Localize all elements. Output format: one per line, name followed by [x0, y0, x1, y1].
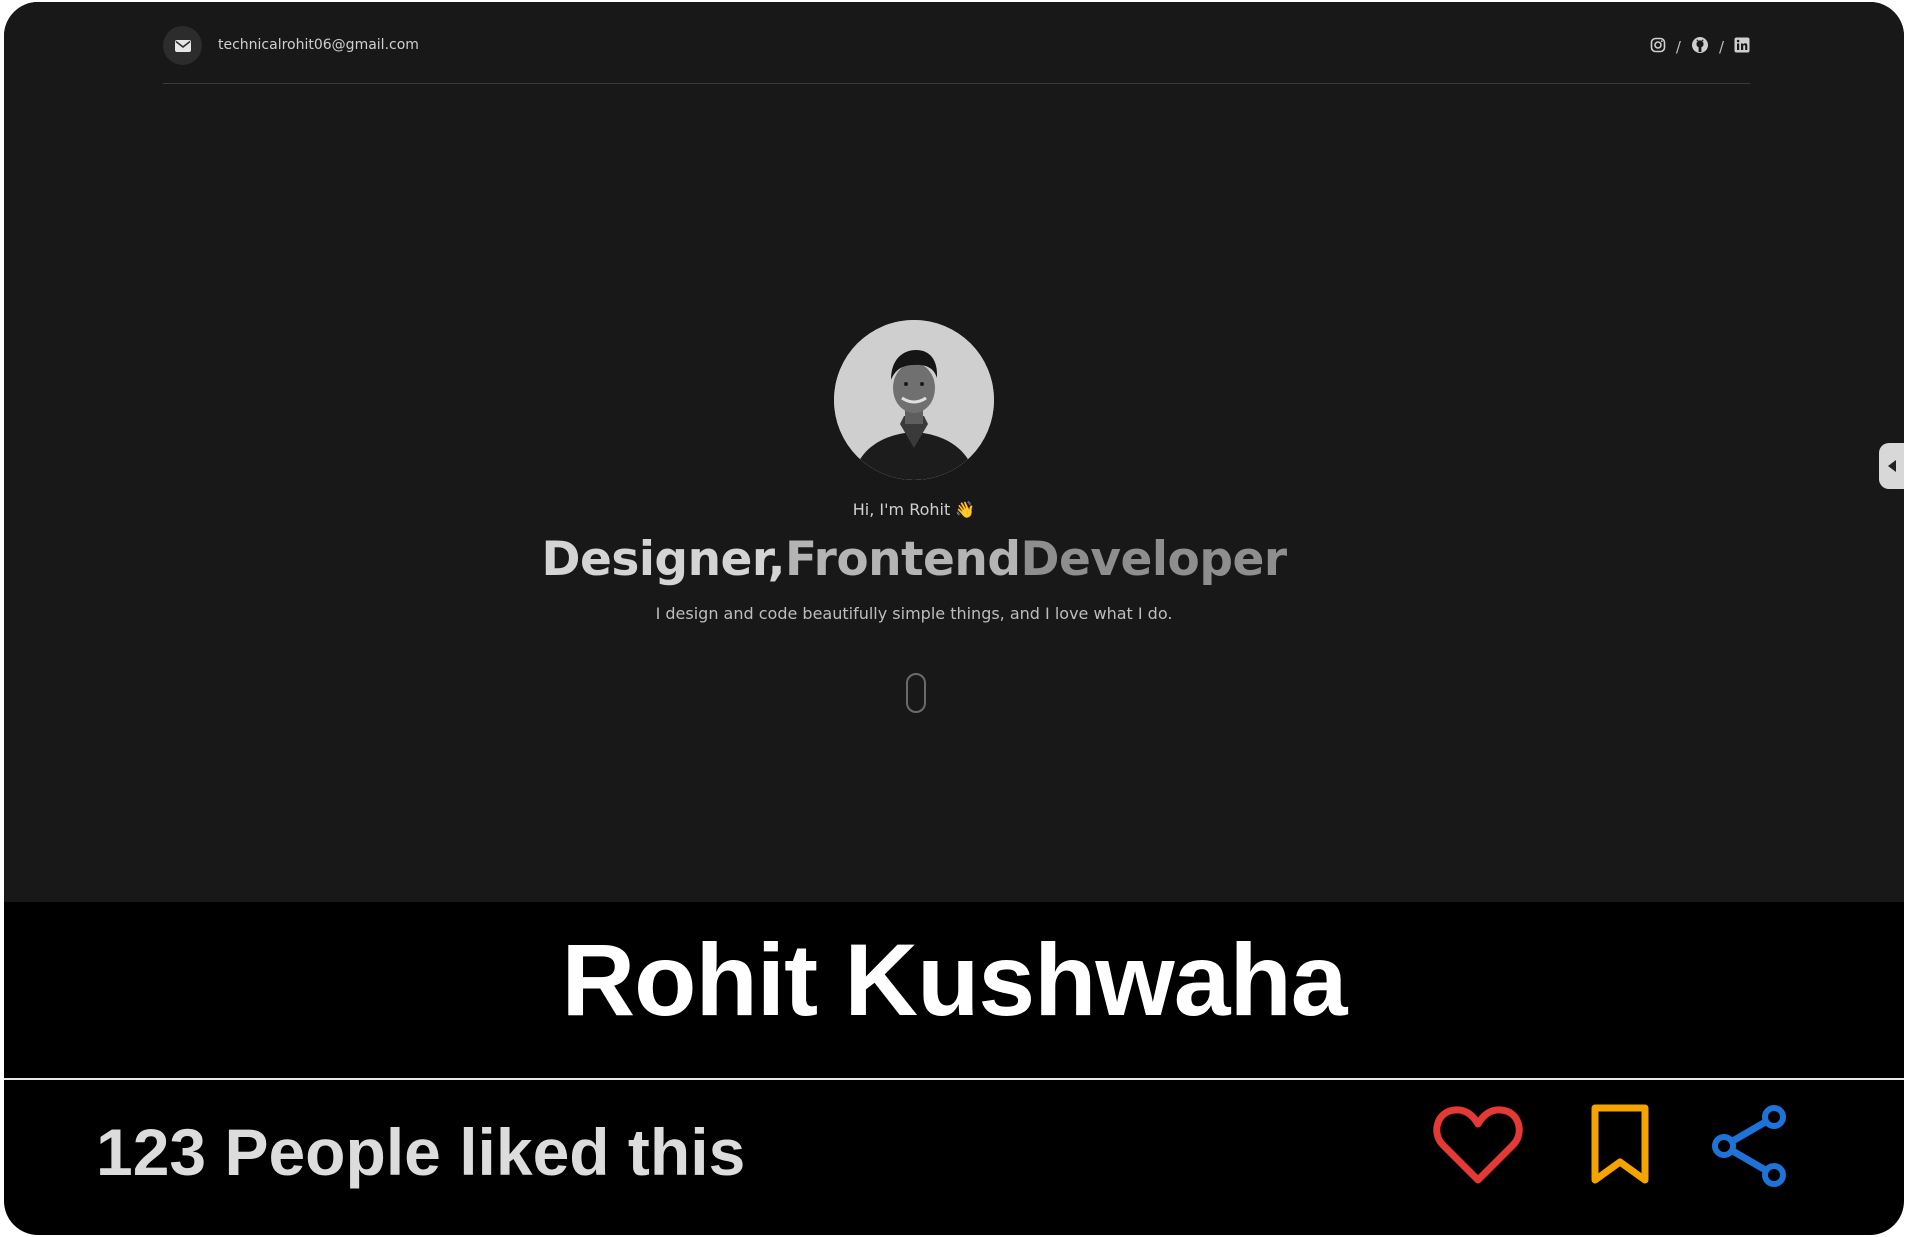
- likes-count: 123 People liked this: [96, 1115, 746, 1189]
- avatar: [834, 320, 994, 480]
- headline-part-developer: Developer: [1020, 532, 1288, 587]
- headline-part-designer: Designer,: [541, 532, 786, 587]
- hero-section: Hi, I'm Rohit 👋 Designer, Frontend Devel…: [4, 2, 1904, 902]
- like-button[interactable]: [1433, 1102, 1523, 1192]
- side-panel-toggle[interactable]: [1879, 443, 1904, 489]
- divider: [4, 1078, 1904, 1080]
- share-button[interactable]: [1710, 1102, 1792, 1194]
- arrow-left-icon: [1887, 460, 1896, 472]
- hero-headline: Designer, Frontend Developer: [4, 532, 1824, 587]
- hero-subtext: I design and code beautifully simple thi…: [655, 604, 1173, 623]
- heart-icon: [1433, 1106, 1523, 1184]
- headline-part-frontend: Frontend: [785, 532, 1021, 587]
- bookmark-button[interactable]: [1589, 1102, 1651, 1192]
- scroll-mouse-icon: [906, 673, 926, 713]
- share-icon: [1712, 1105, 1786, 1187]
- website-screenshot: technicalrohit06@gmail.com / / Hi, I'm R…: [4, 2, 1904, 902]
- project-title: Rohit Kushwaha: [561, 923, 1347, 1037]
- bookmark-icon: [1591, 1104, 1649, 1184]
- hero-greeting: Hi, I'm Rohit 👋: [852, 500, 976, 519]
- post-card: technicalrohit06@gmail.com / / Hi, I'm R…: [4, 2, 1904, 1235]
